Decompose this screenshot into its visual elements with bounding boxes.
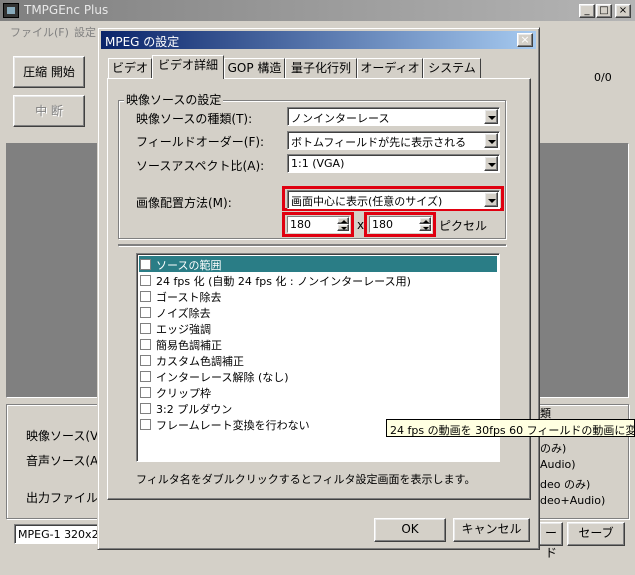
type-option-1[interactable]: のみ) [540,440,566,456]
stop-button[interactable]: 中 断 [13,95,85,127]
filter-label: 24 fps 化 (自動 24 fps 化 : ノンインターレース用) [156,275,411,288]
start-encode-button[interactable]: 圧縮 開始 [13,56,85,88]
filter-item[interactable]: ノイズ除去 [139,304,497,320]
chevron-down-icon[interactable] [484,133,498,148]
minimize-icon[interactable]: _ [579,4,595,18]
width-spinner[interactable]: 180 [287,216,350,233]
chevron-down-icon[interactable] [484,156,498,171]
aspect-ratio-value: 1:1 (VGA) [291,157,345,170]
source-type-select[interactable]: ノンインターレース [287,107,500,126]
load-button[interactable]: ード [539,522,563,560]
tab-video[interactable]: ビデオ [108,58,152,78]
filter-label: ノイズ除去 [156,307,211,320]
video-source-label: 映像ソース(V): [26,429,108,443]
source-group-title: 映像ソースの設定 [124,91,224,108]
filter-item[interactable]: ゴースト除去 [139,288,497,304]
filter-checkbox[interactable] [140,291,151,302]
filter-checkbox[interactable] [140,275,151,286]
filter-hint: フィルタ名をダブルクリックするとフィルタ設定画面を表示します。 [136,473,476,486]
tab-audio[interactable]: オーディオ [357,58,423,78]
tooltip: 24 fps の動画を 30fps 60 フィールドの動画に変換し [386,419,635,437]
filter-item[interactable]: クリップ枠 [139,384,497,400]
filter-checkbox[interactable] [140,371,151,382]
progress-count: 0/0 [594,71,612,84]
type-option-3[interactable]: deo のみ) [540,476,590,492]
filter-item[interactable]: エッジ強調 [139,320,497,336]
spin-down-icon[interactable] [337,224,349,231]
format-status-text: MPEG-1 320x24 [18,528,106,541]
aspect-ratio-label: ソースアスペクト比(A): [136,159,265,173]
format-status-field: MPEG-1 320x24 [14,524,106,544]
audio-source-label: 音声ソース(A): [26,454,108,468]
height-spinner[interactable]: 180 [369,216,432,233]
filter-item[interactable]: 簡易色調補正 [139,336,497,352]
filter-checkbox[interactable] [140,259,151,270]
close-icon[interactable]: × [615,4,631,18]
source-type-label: 映像ソースの種類(T): [136,112,253,126]
field-order-select[interactable]: ボトムフィールドが先に表示される [287,131,500,150]
filter-checkbox[interactable] [140,307,151,318]
filter-label: フレームレート変換を行わない [156,419,310,432]
placement-label: 画像配置方法(M): [136,196,232,210]
filter-item[interactable]: 3:2 プルダウン [139,400,497,416]
app-icon [3,3,19,18]
maximize-icon[interactable]: □ [596,4,612,18]
field-order-label: フィールドオーダー(F): [136,135,265,149]
filter-checkbox[interactable] [140,387,151,398]
source-type-value: ノンインターレース [291,112,390,125]
placement-value: 画面中心に表示(任意のサイズ) [291,195,443,208]
filter-label: 3:2 プルダウン [156,403,233,416]
filter-item[interactable]: ソースの範囲 [139,256,497,272]
chevron-down-icon[interactable] [484,109,498,124]
field-order-value: ボトムフィールドが先に表示される [291,136,467,149]
filter-item[interactable]: カスタム色調補正 [139,352,497,368]
tab-video-advanced[interactable]: ビデオ詳細 [152,55,224,79]
spin-down-icon[interactable] [419,224,431,231]
filter-label: エッジ強調 [156,323,211,336]
spin-up-icon[interactable] [419,217,431,224]
height-value: 180 [372,218,393,231]
size-unit: ピクセル [439,219,488,233]
type-option-4[interactable]: deo+Audio) [540,494,605,507]
chevron-down-icon[interactable] [484,192,498,207]
dialog-close-icon[interactable]: × [517,33,533,47]
filter-label: インターレース解除 (なし) [156,371,289,384]
menu-file[interactable]: ファイル(F) [10,24,69,40]
width-value: 180 [290,218,311,231]
aspect-ratio-select[interactable]: 1:1 (VGA) [287,154,500,173]
menu-settings[interactable]: 設定 [74,24,96,40]
save-button[interactable]: セーブ [567,522,625,546]
ok-button[interactable]: OK [374,518,446,542]
filter-label: カスタム色調補正 [156,355,244,368]
filter-item[interactable]: インターレース解除 (なし) [139,368,497,384]
filter-label: 簡易色調補正 [156,339,222,352]
spin-up-icon[interactable] [337,217,349,224]
divider [118,244,506,246]
tab-gop[interactable]: GOP 構造 [224,58,285,78]
type-option-2[interactable]: Audio) [540,458,576,471]
placement-select[interactable]: 画面中心に表示(任意のサイズ) [287,190,500,209]
filter-checkbox[interactable] [140,323,151,334]
tab-system[interactable]: システム [423,58,481,78]
filter-label: クリップ枠 [156,387,211,400]
filter-label: ゴースト除去 [156,291,222,304]
main-titlebar: TMPGEnc Plus _ □ × [0,0,635,21]
filter-checkbox[interactable] [140,403,151,414]
filter-checkbox[interactable] [140,339,151,350]
dialog-title: MPEG の設定 [105,35,180,49]
filter-checkbox[interactable] [140,419,151,430]
cancel-button[interactable]: キャンセル [453,518,530,542]
main-title: TMPGEnc Plus [24,3,109,17]
tab-quant-matrix[interactable]: 量子化行列 [285,58,357,78]
filter-label: ソースの範囲 [156,259,222,272]
filter-checkbox[interactable] [140,355,151,366]
dialog-titlebar: MPEG の設定 × [101,31,536,49]
filter-item[interactable]: 24 fps 化 (自動 24 fps 化 : ノンインターレース用) [139,272,497,288]
